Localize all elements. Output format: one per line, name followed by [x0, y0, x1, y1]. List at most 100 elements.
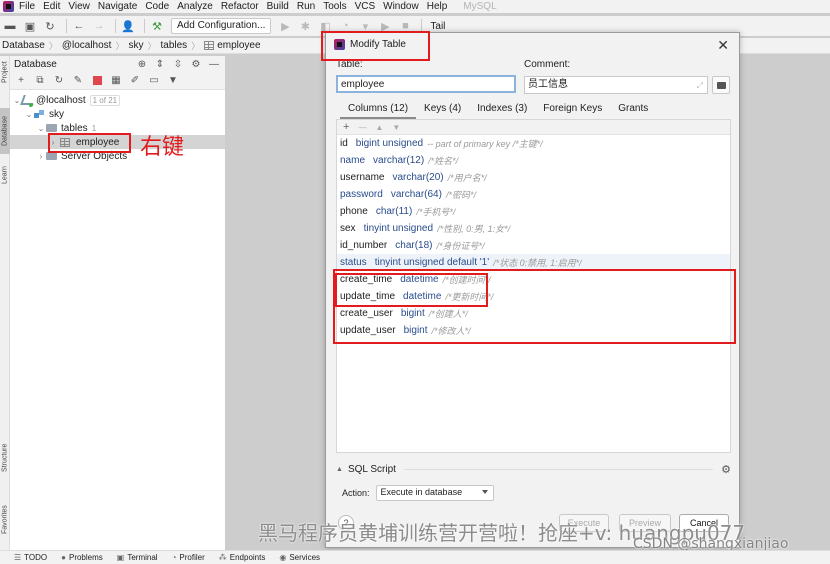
bottom-tab-problems[interactable]: ● Problems: [61, 553, 103, 562]
edit-icon[interactable]: ✐: [128, 74, 142, 88]
column-row[interactable]: password varchar(64)/*密码*/: [337, 186, 730, 203]
gear-icon[interactable]: ⚙: [189, 57, 203, 71]
debug-icon[interactable]: ✱: [297, 18, 313, 34]
breadcrumb-separator: 〉: [48, 41, 58, 51]
remove-column-icon[interactable]: —: [358, 123, 366, 132]
refresh-icon[interactable]: ↻: [52, 74, 66, 88]
schema-label: sky: [49, 108, 64, 120]
breadcrumb-tables[interactable]: tables: [160, 40, 187, 51]
execute-button[interactable]: Execute: [559, 514, 609, 532]
chevron-right-icon[interactable]: ›: [36, 152, 46, 161]
breadcrumb-table[interactable]: employee: [204, 40, 261, 51]
menu-edit[interactable]: Edit: [43, 1, 60, 12]
filter-icon[interactable]: ▼: [166, 74, 180, 88]
column-name: id: [340, 138, 348, 149]
action-select[interactable]: Execute in database: [375, 485, 494, 501]
menu-navigate[interactable]: Navigate: [98, 1, 137, 12]
breadcrumb-schema[interactable]: sky: [128, 40, 143, 51]
sync-icon[interactable]: ↻: [42, 18, 58, 34]
table-view-icon[interactable]: ▦: [109, 74, 123, 88]
stripe-tab-learn[interactable]: Learn: [0, 160, 10, 190]
column-row[interactable]: sex tinyint unsigned/*性别, 0:男, 1:女*/: [337, 220, 730, 237]
close-icon[interactable]: ✕: [717, 37, 729, 54]
move-up-icon[interactable]: ▲: [375, 123, 383, 132]
add-icon[interactable]: +: [14, 74, 28, 88]
menu-tools[interactable]: Tools: [323, 1, 346, 12]
breadcrumb-host[interactable]: @localhost: [62, 40, 112, 51]
bottom-tab-todo[interactable]: ☰ TODO: [14, 553, 47, 562]
left-tool-stripe: Project Database Learn Structure Favorit…: [0, 56, 10, 550]
folder-icon: [46, 152, 57, 160]
disconnect-icon[interactable]: [90, 74, 104, 88]
stripe-tab-project[interactable]: Project: [0, 56, 10, 88]
properties-icon[interactable]: ✎: [71, 74, 85, 88]
menu-file[interactable]: File: [19, 1, 35, 12]
user-dropdown-icon[interactable]: 👤: [120, 18, 136, 34]
bottom-tab-profiler[interactable]: ◔ Profiler: [172, 553, 205, 562]
tab-keys[interactable]: Keys (4): [416, 101, 469, 119]
sql-script-section[interactable]: ▲ SQL Script ⚙: [336, 461, 731, 477]
stripe-tab-favorites[interactable]: Favorites: [0, 500, 10, 540]
chevron-down-icon[interactable]: ⌄: [24, 110, 34, 119]
tab-grants[interactable]: Grants: [610, 101, 656, 119]
tab-foreign-keys[interactable]: Foreign Keys: [535, 101, 610, 119]
help-button[interactable]: ?: [338, 515, 354, 531]
tail-button[interactable]: Tail: [430, 21, 445, 32]
sql-console-icon[interactable]: ▭: [147, 74, 161, 88]
back-arrow-icon[interactable]: ←: [71, 18, 87, 34]
comment-options-button[interactable]: [712, 76, 730, 94]
menu-analyze[interactable]: Analyze: [177, 1, 213, 12]
menu-refactor[interactable]: Refactor: [221, 1, 259, 12]
column-type: tinyint unsigned: [363, 223, 434, 234]
bottom-tab-endpoints[interactable]: ⁂ Endpoints: [219, 553, 266, 562]
cancel-button[interactable]: Cancel: [679, 514, 729, 532]
build-hammer-icon[interactable]: ⚒: [149, 18, 165, 34]
expand-all-icon[interactable]: ⇕: [153, 57, 167, 71]
menu-code[interactable]: Code: [145, 1, 169, 12]
expand-icon[interactable]: ⤢: [697, 80, 703, 92]
bottom-tab-terminal[interactable]: ▣ Terminal: [117, 553, 158, 562]
menu-vcs[interactable]: VCS: [355, 1, 376, 12]
menu-window[interactable]: Window: [383, 1, 419, 12]
comment-input[interactable]: 员工信息 ⤢: [524, 76, 708, 94]
run-icon[interactable]: ▶: [277, 18, 293, 34]
stripe-tab-structure[interactable]: Structure: [0, 438, 10, 478]
duplicate-icon[interactable]: ⧉: [33, 74, 47, 88]
menu-help[interactable]: Help: [427, 1, 448, 12]
action-row: Action: Execute in database: [342, 485, 494, 501]
action-select-value: Execute in database: [380, 487, 463, 497]
menu-build[interactable]: Build: [267, 1, 289, 12]
breadcrumb-database[interactable]: Database: [2, 40, 45, 51]
column-row[interactable]: id_number char(18)/*身份证号*/: [337, 237, 730, 254]
bottom-tab-services[interactable]: ◉ Services: [279, 553, 320, 562]
minimize-icon[interactable]: —: [207, 57, 221, 71]
collapse-all-icon[interactable]: ⇳: [171, 57, 185, 71]
add-column-icon[interactable]: +: [343, 121, 349, 133]
tab-columns[interactable]: Columns (12): [340, 101, 417, 119]
column-type: char(18): [395, 240, 433, 251]
menu-view[interactable]: View: [68, 1, 90, 12]
column-type: bigint unsigned: [355, 138, 424, 149]
open-folder-icon[interactable]: ▬: [2, 18, 18, 34]
chevron-down-icon: [481, 490, 488, 494]
tree-node-host[interactable]: ⌄ @localhost 1 of 21: [10, 93, 225, 107]
save-icon[interactable]: ▣: [22, 18, 38, 34]
tab-indexes[interactable]: Indexes (3): [469, 101, 535, 119]
stripe-tab-database[interactable]: Database: [0, 108, 10, 154]
tree-node-schema[interactable]: ⌄ sky: [10, 107, 225, 121]
target-icon[interactable]: ⊕: [135, 57, 149, 71]
gear-icon[interactable]: ⚙: [721, 463, 731, 476]
add-configuration-button[interactable]: Add Configuration...: [171, 18, 272, 34]
column-row[interactable]: id bigint unsigned -- part of primary key …: [337, 135, 730, 152]
preview-button[interactable]: Preview: [619, 514, 671, 532]
move-down-icon[interactable]: ▼: [392, 123, 400, 132]
collapse-arrow-icon[interactable]: ▲: [336, 466, 343, 473]
column-row[interactable]: username varchar(20)/*用户名*/: [337, 169, 730, 186]
menu-run[interactable]: Run: [297, 1, 315, 12]
chevron-down-icon[interactable]: ⌄: [36, 124, 46, 133]
action-label: Action:: [342, 488, 370, 498]
forward-arrow-icon[interactable]: →: [91, 18, 107, 34]
table-name-input[interactable]: employee: [336, 75, 516, 93]
column-row[interactable]: name varchar(12)/*姓名*/: [337, 152, 730, 169]
column-row[interactable]: phone char(11)/*手机号*/: [337, 203, 730, 220]
